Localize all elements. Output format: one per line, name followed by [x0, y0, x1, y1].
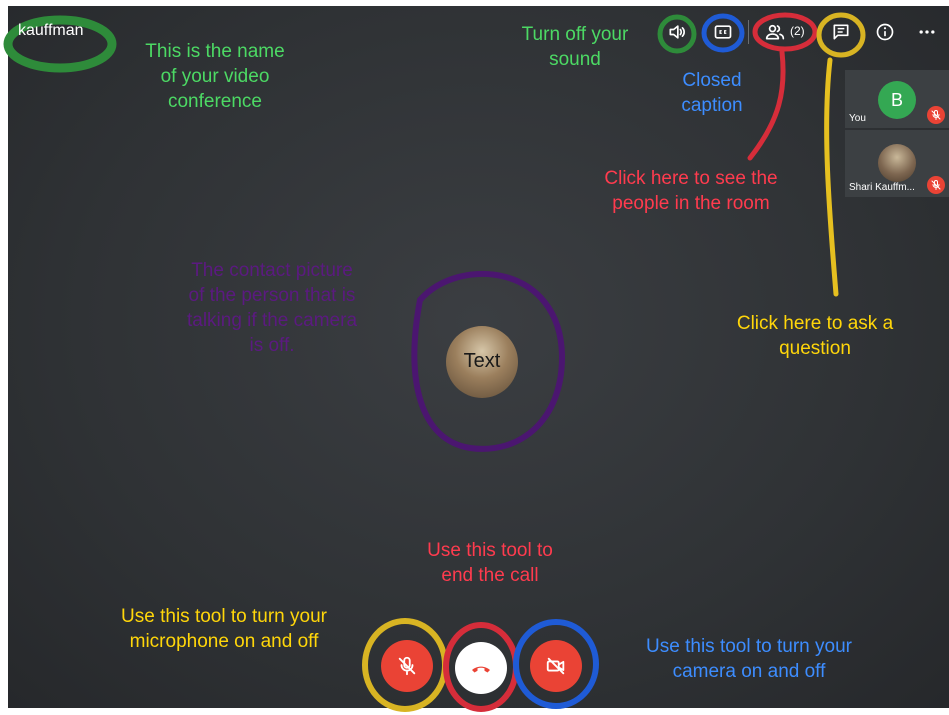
- chat-button[interactable]: [826, 18, 856, 46]
- annotation-captions: Closed caption: [681, 70, 743, 116]
- toolbar-divider: [748, 20, 749, 44]
- annotation-end-call: Use this tool to end the call: [427, 540, 553, 586]
- mic-off-icon: [398, 656, 416, 676]
- annotation-camera: Use this tool to turn your camera on and…: [646, 636, 852, 682]
- camera-off-icon: [546, 657, 565, 675]
- mic-off-icon: [931, 180, 941, 190]
- more-options-button[interactable]: [912, 18, 942, 46]
- annotation-people: Click here to see the people in the room: [604, 168, 778, 214]
- people-button[interactable]: [760, 18, 790, 46]
- speaker-avatar-text: Text: [463, 350, 501, 372]
- avatar: [878, 144, 916, 182]
- hang-up-icon: [472, 666, 490, 673]
- avatar: B: [878, 81, 916, 119]
- microphone-button[interactable]: [381, 640, 433, 692]
- annotation-meeting-name: This is the name of your video conferenc…: [145, 41, 285, 112]
- chat-arrow-scribble: [824, 57, 839, 297]
- speaker-avatar: Text: [446, 326, 518, 398]
- mic-off-icon: [931, 110, 941, 120]
- info-button[interactable]: [870, 18, 900, 46]
- people-icon: [765, 24, 785, 40]
- annotation-speaker: The contact picture of the person that i…: [186, 260, 358, 356]
- muted-badge: [927, 106, 945, 124]
- more-icon: [919, 30, 935, 34]
- camera-button[interactable]: [530, 640, 582, 692]
- info-icon: [876, 23, 894, 41]
- chat-icon: [833, 24, 849, 40]
- closed-caption-button[interactable]: [708, 18, 738, 46]
- annotation-microphone: Use this tool to turn your microphone on…: [121, 606, 327, 652]
- end-call-button[interactable]: [455, 642, 507, 694]
- muted-badge: [927, 176, 945, 194]
- volume-icon: [669, 25, 685, 39]
- screen: kauffman (2) B You Shari Kauffm... Text …: [0, 0, 949, 715]
- participant-name: Shari Kauffm...: [849, 182, 915, 193]
- people-count: (2): [790, 24, 805, 38]
- participant-tile-self[interactable]: B You: [845, 70, 949, 128]
- annotation-chat: Click here to ask a question: [736, 313, 894, 359]
- sound-button[interactable]: [662, 18, 692, 46]
- participant-name: You: [849, 113, 866, 124]
- annotation-sound: Turn off your sound: [521, 24, 629, 70]
- closed-caption-icon: [714, 25, 732, 39]
- participant-tile-shari[interactable]: Shari Kauffm...: [845, 130, 949, 197]
- meeting-name: kauffman: [18, 22, 84, 39]
